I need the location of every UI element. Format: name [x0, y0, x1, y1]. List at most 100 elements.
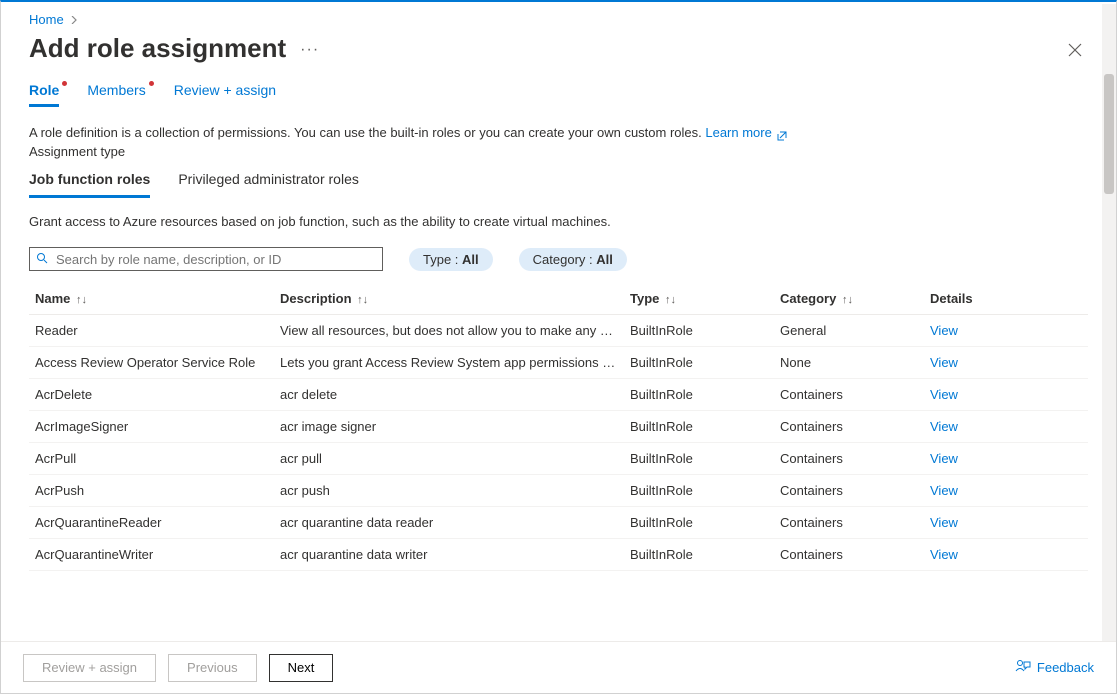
grant-access-description: Grant access to Azure resources based on… [29, 214, 1088, 229]
external-link-icon [777, 129, 787, 139]
tab-privileged-admin-roles[interactable]: Privileged administrator roles [178, 171, 359, 198]
tab-review-assign[interactable]: Review + assign [174, 82, 276, 107]
intro-body: A role definition is a collection of per… [29, 125, 705, 140]
role-type-cell: BuiltInRole [624, 411, 774, 443]
role-type-cell: BuiltInRole [624, 443, 774, 475]
table-row[interactable]: AcrPullacr pullBuiltInRoleContainersView [29, 443, 1088, 475]
col-desc-label: Description [280, 291, 352, 306]
tab-members[interactable]: Members [87, 82, 145, 107]
footer-bar: Review + assign Previous Next Feedback [1, 641, 1116, 693]
col-header-type[interactable]: Type ↑↓ [624, 283, 774, 315]
filter-category-value: All [596, 252, 613, 267]
role-name-cell: AcrDelete [29, 379, 274, 411]
sort-icon: ↑↓ [842, 294, 853, 306]
view-link[interactable]: View [924, 443, 1088, 475]
role-type-cell: BuiltInRole [624, 347, 774, 379]
filter-category-label: Category : [533, 252, 597, 267]
assignment-type-label: Assignment type [29, 144, 1088, 159]
role-description-cell: Lets you grant Access Review System app … [274, 347, 624, 379]
previous-button[interactable]: Previous [168, 654, 257, 682]
role-category-cell: Containers [774, 411, 924, 443]
table-row[interactable]: Access Review Operator Service RoleLets … [29, 347, 1088, 379]
role-description-cell: View all resources, but does not allow y… [274, 315, 624, 347]
role-description-cell: acr delete [274, 379, 624, 411]
view-link[interactable]: View [924, 507, 1088, 539]
table-row[interactable]: AcrDeleteacr deleteBuiltInRoleContainers… [29, 379, 1088, 411]
view-link[interactable]: View [924, 539, 1088, 571]
wizard-tabs: Role Members Review + assign [29, 82, 1088, 107]
learn-more-label: Learn more [705, 125, 771, 140]
table-row[interactable]: ReaderView all resources, but does not a… [29, 315, 1088, 347]
role-name-cell: Reader [29, 315, 274, 347]
search-input[interactable] [54, 251, 376, 268]
required-dot-icon [149, 81, 154, 86]
role-type-cell: BuiltInRole [624, 315, 774, 347]
role-type-cell: BuiltInRole [624, 379, 774, 411]
search-box[interactable] [29, 247, 383, 271]
next-button[interactable]: Next [269, 654, 334, 682]
role-category-cell: None [774, 347, 924, 379]
role-category-cell: Containers [774, 379, 924, 411]
feedback-link[interactable]: Feedback [1015, 658, 1094, 677]
role-name-cell: AcrImageSigner [29, 411, 274, 443]
tab-role[interactable]: Role [29, 82, 59, 107]
scrollbar-track[interactable] [1102, 4, 1116, 644]
assignment-type-tabs: Job function roles Privileged administra… [29, 171, 1088, 198]
sort-icon: ↑↓ [665, 294, 676, 306]
role-name-cell: AcrPush [29, 475, 274, 507]
roles-table: Name ↑↓ Description ↑↓ Type ↑↓ Category … [29, 283, 1088, 571]
page-title: Add role assignment [29, 33, 286, 64]
view-link[interactable]: View [924, 315, 1088, 347]
role-category-cell: Containers [774, 507, 924, 539]
filter-type-label: Type : [423, 252, 462, 267]
sort-icon: ↑↓ [76, 294, 87, 306]
role-category-cell: General [774, 315, 924, 347]
filter-type-pill[interactable]: Type : All [409, 248, 493, 271]
role-category-cell: Containers [774, 539, 924, 571]
close-icon [1068, 43, 1082, 57]
search-icon [36, 252, 48, 267]
more-actions-icon[interactable]: ··· [300, 41, 319, 59]
breadcrumb-home[interactable]: Home [29, 12, 64, 27]
tab-review-label: Review + assign [174, 82, 276, 98]
close-button[interactable] [1062, 40, 1088, 63]
role-name-cell: AcrQuarantineWriter [29, 539, 274, 571]
col-header-details: Details [924, 283, 1088, 315]
col-type-label: Type [630, 291, 659, 306]
role-name-cell: Access Review Operator Service Role [29, 347, 274, 379]
filter-type-value: All [462, 252, 479, 267]
view-link[interactable]: View [924, 379, 1088, 411]
col-header-category[interactable]: Category ↑↓ [774, 283, 924, 315]
breadcrumb: Home [1, 2, 1116, 31]
feedback-icon [1015, 658, 1031, 677]
role-category-cell: Containers [774, 443, 924, 475]
col-name-label: Name [35, 291, 70, 306]
review-assign-button[interactable]: Review + assign [23, 654, 156, 682]
role-description-cell: acr quarantine data writer [274, 539, 624, 571]
role-name-cell: AcrPull [29, 443, 274, 475]
table-row[interactable]: AcrPushacr pushBuiltInRoleContainersView [29, 475, 1088, 507]
col-header-description[interactable]: Description ↑↓ [274, 283, 624, 315]
learn-more-link[interactable]: Learn more [705, 125, 787, 140]
role-category-cell: Containers [774, 475, 924, 507]
feedback-label: Feedback [1037, 660, 1094, 675]
table-row[interactable]: AcrQuarantineReaderacr quarantine data r… [29, 507, 1088, 539]
page-header: Add role assignment ··· [1, 31, 1116, 82]
table-row[interactable]: AcrQuarantineWriteracr quarantine data w… [29, 539, 1088, 571]
tab-members-label: Members [87, 82, 145, 98]
scrollbar-thumb[interactable] [1104, 74, 1114, 194]
role-description-cell: acr image signer [274, 411, 624, 443]
table-row[interactable]: AcrImageSigneracr image signerBuiltInRol… [29, 411, 1088, 443]
tab-role-label: Role [29, 82, 59, 98]
intro-text: A role definition is a collection of per… [29, 125, 1088, 140]
role-description-cell: acr pull [274, 443, 624, 475]
view-link[interactable]: View [924, 475, 1088, 507]
view-link[interactable]: View [924, 411, 1088, 443]
view-link[interactable]: View [924, 347, 1088, 379]
role-type-cell: BuiltInRole [624, 507, 774, 539]
role-name-cell: AcrQuarantineReader [29, 507, 274, 539]
col-header-name[interactable]: Name ↑↓ [29, 283, 274, 315]
filter-category-pill[interactable]: Category : All [519, 248, 627, 271]
role-type-cell: BuiltInRole [624, 475, 774, 507]
tab-job-function-roles[interactable]: Job function roles [29, 171, 150, 198]
